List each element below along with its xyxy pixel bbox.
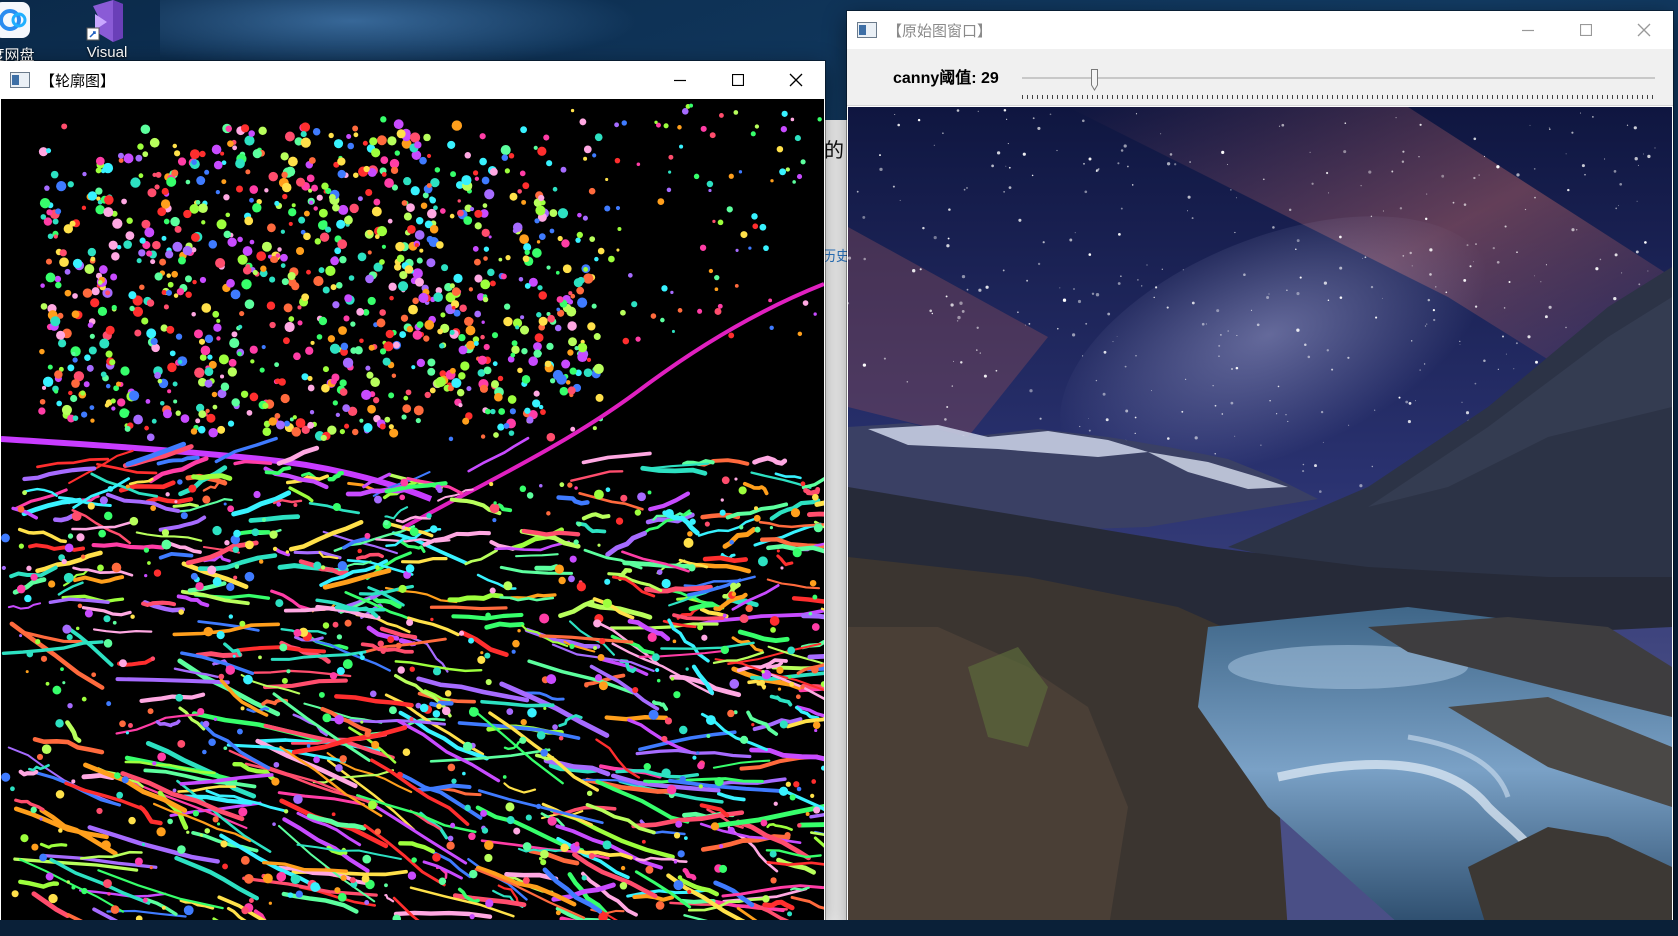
close-button[interactable] <box>1615 11 1673 49</box>
opencv-window-icon <box>10 72 30 88</box>
trackbar-label: canny阈值: 29 <box>893 70 999 87</box>
desktop-icon-visual[interactable]: Visual <box>65 0 149 61</box>
close-icon <box>789 73 803 87</box>
maximize-icon <box>732 74 744 86</box>
desktop-wallpaper-glow <box>160 0 640 70</box>
minimize-icon <box>1522 29 1534 32</box>
contour-image <box>1 99 824 922</box>
baidu-netdisk-icon <box>0 2 30 38</box>
close-icon <box>1637 23 1651 37</box>
slider-thumb-icon <box>1090 69 1098 91</box>
contour-window[interactable]: 【轮廓图】 <box>0 61 825 923</box>
original-image-window[interactable]: 【原始图窗口】 canny阈值: 29 <box>847 11 1673 933</box>
trackbar-ticks <box>1022 95 1655 99</box>
desktop-icon-visual-label: Visual <box>86 44 128 61</box>
close-button[interactable] <box>767 61 825 99</box>
window-title: 【轮廓图】 <box>40 72 116 90</box>
opencv-window-icon <box>857 22 877 38</box>
contour-window-titlebar[interactable]: 【轮廓图】 <box>0 61 825 99</box>
original-photo <box>848 107 1672 932</box>
trackbar-track[interactable] <box>1022 77 1655 79</box>
night-landscape-photo <box>848 107 1672 932</box>
desktop-icon-netdisk[interactable]: 度网盘 <box>0 0 54 64</box>
maximize-icon <box>1580 24 1592 36</box>
contour-drawing <box>1 103 824 922</box>
minimize-icon <box>674 79 686 82</box>
taskbar-edge <box>0 920 1678 936</box>
original-window-titlebar[interactable]: 【原始图窗口】 <box>847 11 1673 49</box>
window-title: 【原始图窗口】 <box>887 22 993 40</box>
trackbar-thumb[interactable] <box>1090 69 1098 91</box>
visual-studio-icon <box>86 0 123 42</box>
minimize-button[interactable] <box>651 61 709 99</box>
canny-threshold-trackbar[interactable]: canny阈值: 29 <box>847 49 1673 106</box>
background-text-fragment: 的 <box>824 140 844 162</box>
maximize-button[interactable] <box>1557 11 1615 49</box>
maximize-button[interactable] <box>709 61 767 99</box>
background-link-fragment: 历史 <box>822 248 850 264</box>
minimize-button[interactable] <box>1499 11 1557 49</box>
